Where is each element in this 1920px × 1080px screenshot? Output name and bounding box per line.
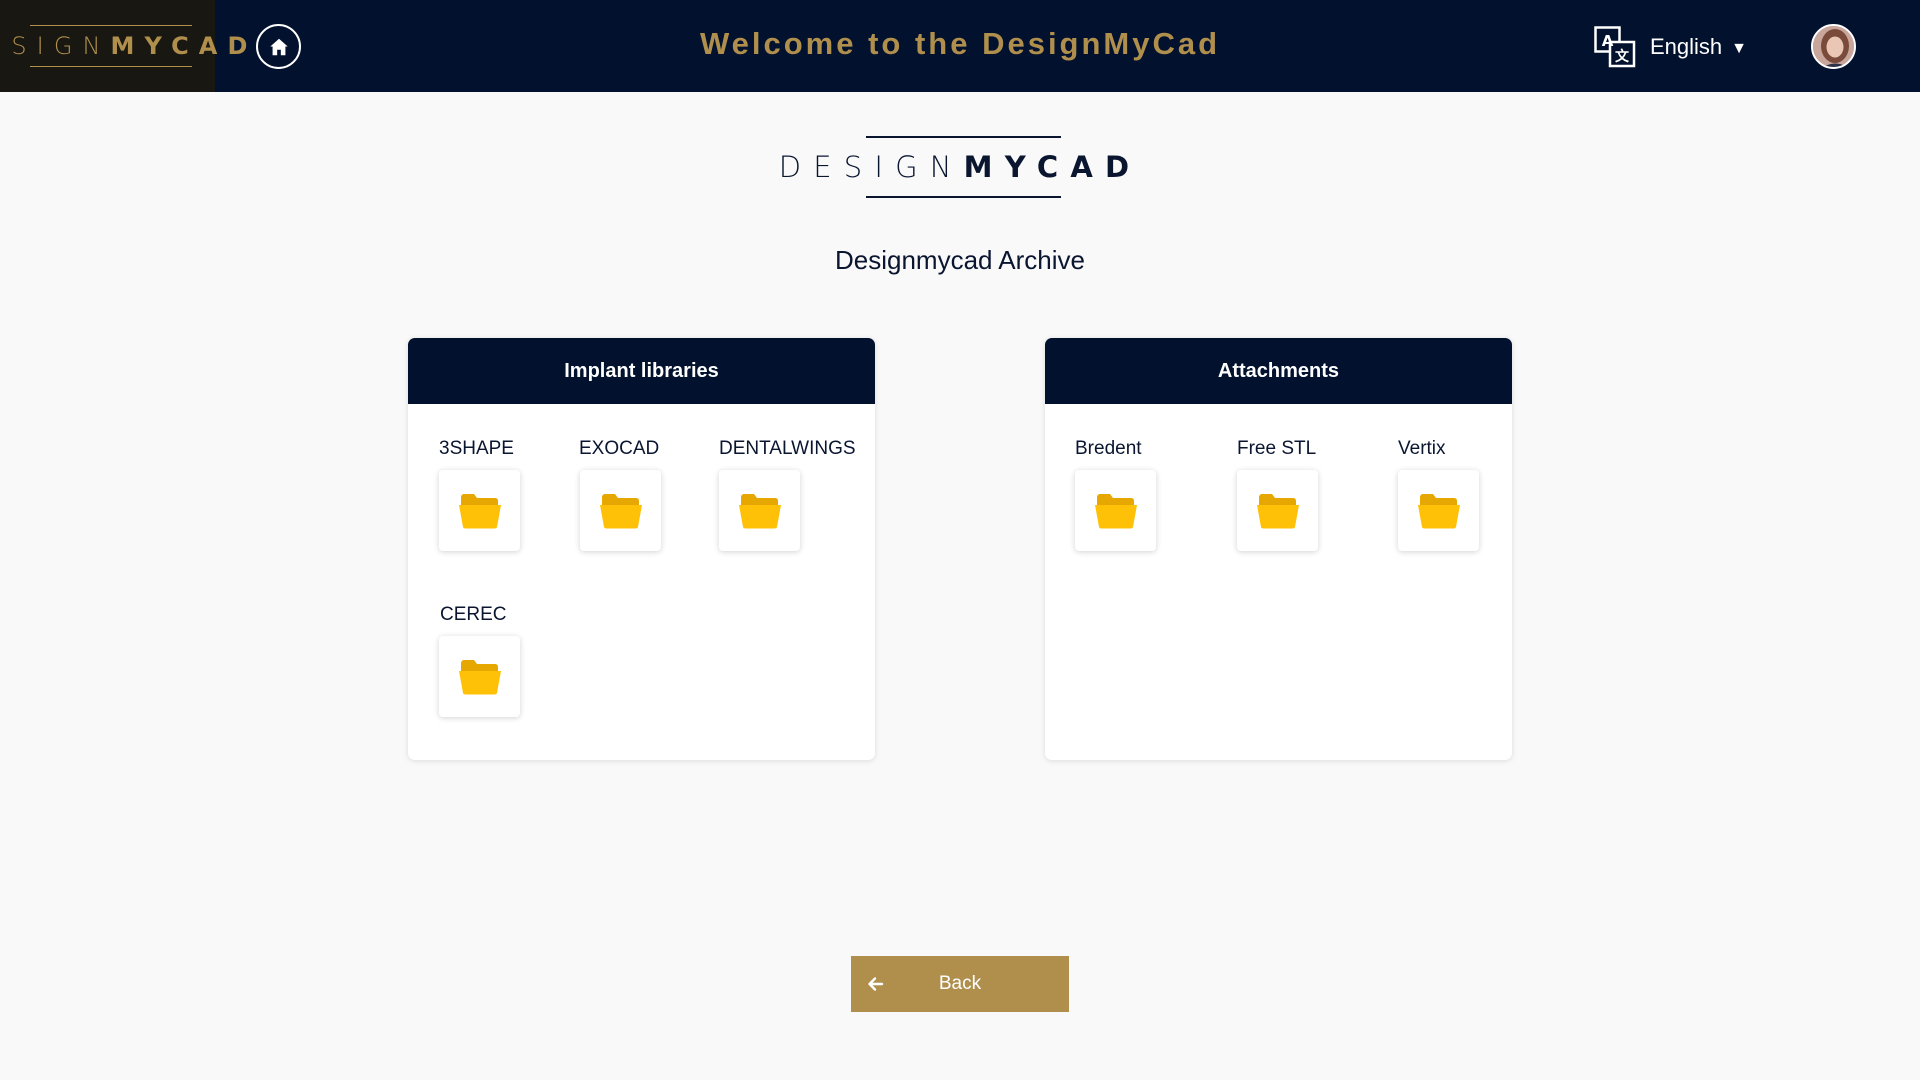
folder-icon <box>738 493 781 528</box>
folder-label: CEREC <box>440 604 507 625</box>
caret-down-icon: ▼ <box>1731 40 1747 57</box>
folder-tile[interactable] <box>439 470 520 551</box>
page-title: Designmycad Archive <box>835 245 1085 275</box>
folder-label: Free STL <box>1237 438 1317 459</box>
implant-libraries-card: Implant libraries 3SHAPE EXOCAD DENTALWI… <box>408 338 875 760</box>
language-label: English <box>1650 34 1723 59</box>
folder-label: 3SHAPE <box>439 438 514 459</box>
main-logo: DESIGNMYCAD <box>778 136 1142 198</box>
folder-label: EXOCAD <box>579 438 660 459</box>
main-logo-wrap: DESIGNMYCAD <box>0 136 1920 198</box>
back-button[interactable]: Back <box>851 956 1069 1012</box>
folder-tile[interactable] <box>580 470 661 551</box>
card-title: Implant libraries <box>408 338 875 404</box>
main-logo-bold: MYCAD <box>963 150 1142 184</box>
back-button-label: Back <box>938 973 982 994</box>
folder-tile[interactable] <box>1237 470 1318 551</box>
folder-label: DENTALWINGS <box>719 438 856 459</box>
language-selector[interactable]: A 文 English ▼ <box>1594 26 1747 68</box>
folder-label: Bredent <box>1075 438 1142 459</box>
main-logo-thin: DESIGN <box>778 150 964 184</box>
folder-icon <box>458 493 501 528</box>
folder-tile[interactable] <box>439 636 520 717</box>
top-bar: DESIGNMYCAD Welcome to the DesignMyCad A… <box>0 0 1920 92</box>
user-avatar[interactable] <box>1811 24 1856 69</box>
folder-label: Vertix <box>1398 438 1446 459</box>
folder-tile[interactable] <box>1075 470 1156 551</box>
avatar-image <box>1813 26 1854 67</box>
folder-icon <box>1094 493 1137 528</box>
folder-tile[interactable] <box>1398 470 1479 551</box>
folder-icon <box>1417 493 1460 528</box>
translate-icon: A 文 <box>1594 26 1636 68</box>
svg-text:文: 文 <box>1615 48 1630 65</box>
folder-icon <box>1256 493 1299 528</box>
card-title: Attachments <box>1045 338 1512 404</box>
svg-text:A: A <box>1602 32 1614 50</box>
attachments-card: Attachments Bredent Free STL Vertix <box>1045 338 1512 760</box>
arrow-left-icon <box>868 977 884 991</box>
folder-tile[interactable] <box>719 470 800 551</box>
folder-icon <box>458 659 501 694</box>
folder-icon <box>599 493 642 528</box>
